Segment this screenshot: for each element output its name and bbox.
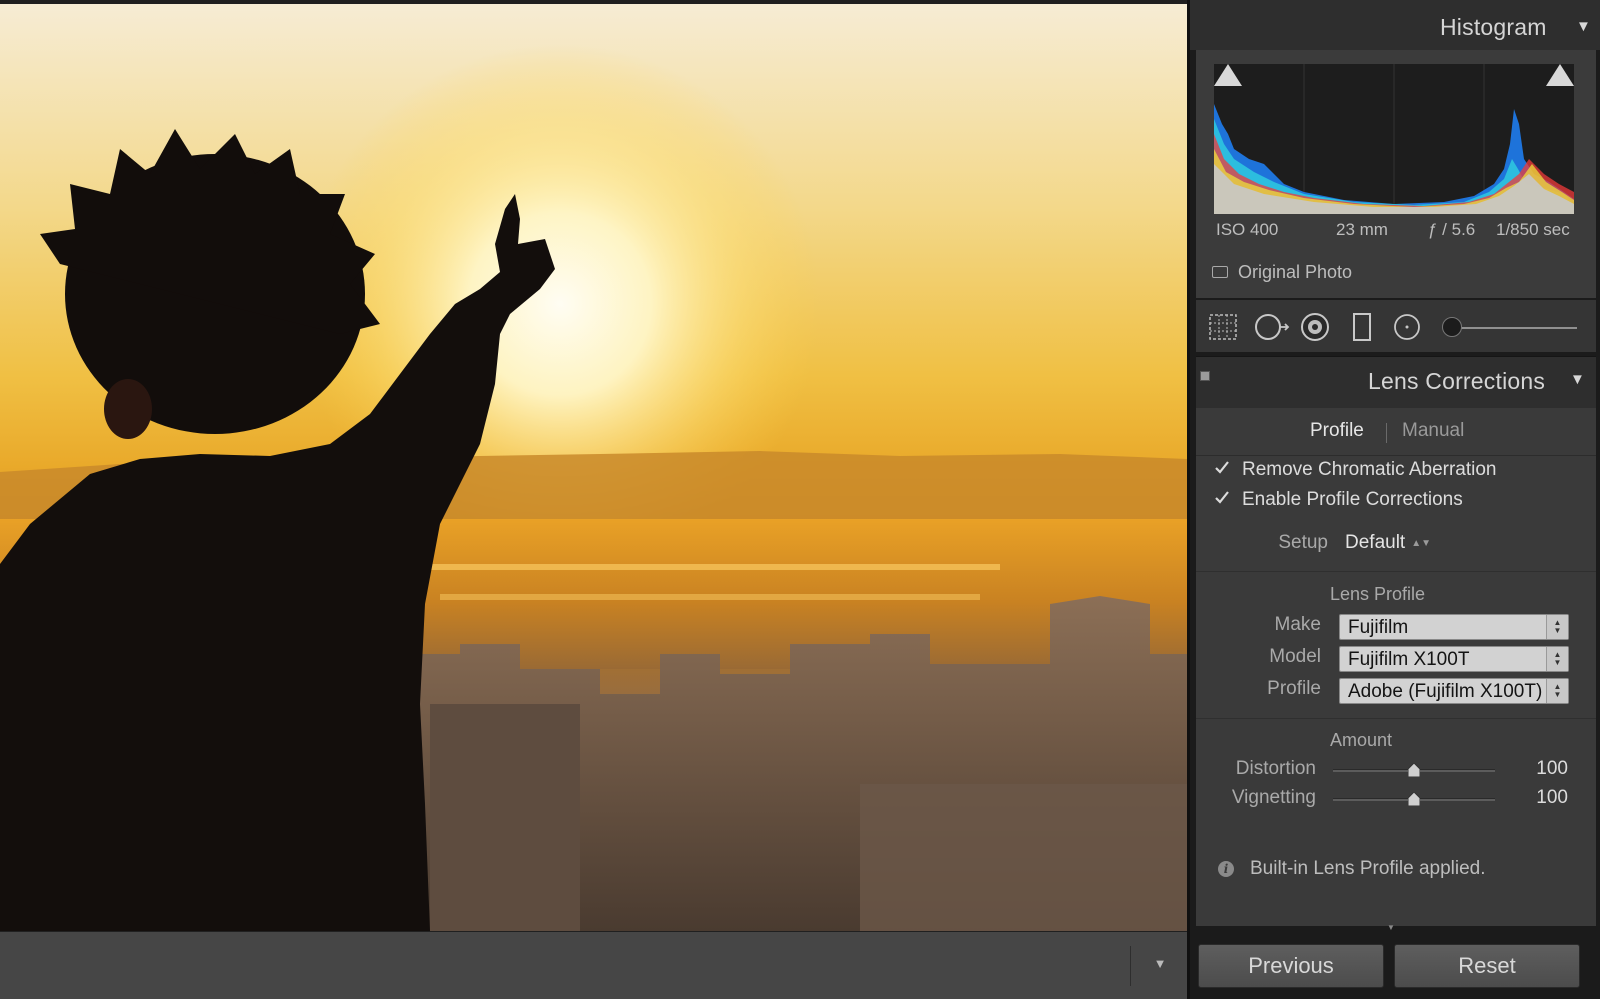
distortion-label: Distortion <box>1235 758 1316 779</box>
photo-illustration <box>0 44 1187 931</box>
vignetting-label: Vignetting <box>1231 787 1316 808</box>
tab-profile[interactable]: Profile <box>1310 420 1364 442</box>
checkmark-icon <box>1215 491 1229 504</box>
lens-corrections-header[interactable]: Lens Corrections ▼ <box>1196 356 1596 408</box>
exif-aperture: ƒ / 5.6 <box>1428 220 1476 239</box>
vignetting-slider-knob[interactable] <box>1408 792 1420 806</box>
checkmark-icon <box>1215 461 1229 474</box>
shadow-clipping-icon[interactable] <box>1214 64 1242 86</box>
toolbar-content-chevron-down-icon[interactable]: ▼ <box>1148 956 1172 976</box>
model-label: Model <box>1269 646 1321 667</box>
tool-strip <box>1196 300 1596 352</box>
highlight-clipping-icon[interactable] <box>1546 64 1574 86</box>
info-text: Built-in Lens Profile applied. <box>1250 858 1486 879</box>
enable-profile-label: Enable Profile Corrections <box>1242 489 1463 510</box>
lightroom-develop: ▼ Histogram ▼ ISO 400 23 mm ƒ / 5.6 1/85… <box>0 0 1600 999</box>
exif-iso: ISO 400 <box>1216 220 1279 239</box>
remove-ca-checkbox[interactable] <box>1214 461 1230 478</box>
model-select[interactable]: Fujifilm X100T ▲ ▼ <box>1339 646 1569 672</box>
bottom-toolbar: ▼ <box>0 931 1187 999</box>
lens-corrections-title: Lens Corrections <box>1368 368 1546 394</box>
graduated-filter-icon[interactable] <box>1346 312 1380 342</box>
remove-ca-row[interactable]: Remove Chromatic Aberration <box>1214 458 1497 482</box>
remove-ca-label: Remove Chromatic Aberration <box>1242 459 1497 480</box>
previous-button[interactable]: Previous <box>1198 944 1384 988</box>
bottom-button-bar: ▼ Previous Reset <box>1190 923 1600 999</box>
panel-end-marker-icon: ▼ <box>1387 923 1395 932</box>
original-photo-checkbox[interactable] <box>1212 266 1228 278</box>
distortion-slider-knob[interactable] <box>1408 763 1420 777</box>
reset-button[interactable]: Reset <box>1394 944 1580 988</box>
distortion-value[interactable]: 100 <box>1516 758 1568 780</box>
photo-area: ▼ <box>0 0 1187 999</box>
vignetting-slider[interactable] <box>1333 792 1495 806</box>
histogram-header[interactable]: Histogram ▼ <box>1190 0 1600 50</box>
tab-manual[interactable]: Manual <box>1402 420 1464 442</box>
histogram-graph <box>1214 64 1574 214</box>
brush-size-track[interactable] <box>1455 327 1577 329</box>
info-icon: i <box>1218 861 1234 877</box>
enable-profile-row[interactable]: Enable Profile Corrections <box>1214 488 1463 512</box>
radial-filter-icon[interactable] <box>1390 312 1424 342</box>
profile-label: Profile <box>1267 678 1321 699</box>
lens-profile-heading: Lens Profile <box>1330 584 1426 604</box>
exif-shutter: 1/850 sec <box>1496 220 1570 239</box>
toolbar-divider <box>1130 946 1131 986</box>
make-label: Make <box>1274 614 1321 635</box>
lens-corrections-panel: Profile Manual Remove Chromatic Aberrati… <box>1196 408 1596 926</box>
lens-tabs: Profile Manual <box>1196 408 1596 456</box>
lens-corrections-collapse-icon[interactable]: ▼ <box>1570 371 1585 388</box>
exif-focal-length: 23 mm <box>1336 220 1388 239</box>
histogram-collapse-icon[interactable]: ▼ <box>1576 18 1591 35</box>
photo-preview[interactable] <box>0 4 1187 931</box>
crop-overlay-icon[interactable] <box>1206 312 1240 342</box>
vignetting-value[interactable]: 100 <box>1516 787 1568 809</box>
amount-heading: Amount <box>1330 730 1393 750</box>
setup-dropdown[interactable]: Default ▲▼ <box>1345 532 1431 554</box>
profile-value: Adobe (Fujifilm X100T) <box>1348 681 1543 702</box>
setup-label: Setup <box>1278 532 1328 553</box>
original-photo-label: Original Photo <box>1238 261 1353 282</box>
histogram-title: Histogram <box>1440 14 1547 40</box>
spot-removal-icon[interactable] <box>1252 312 1290 342</box>
updown-arrows-icon: ▲▼ <box>1546 615 1568 639</box>
original-photo-toggle[interactable]: Original Photo <box>1212 260 1352 284</box>
make-select[interactable]: Fujifilm ▲ ▼ <box>1339 614 1569 640</box>
section-divider <box>1196 571 1596 572</box>
section-divider <box>1196 718 1596 719</box>
model-value: Fujifilm X100T <box>1348 649 1470 670</box>
enable-profile-checkbox[interactable] <box>1214 491 1230 508</box>
setup-value: Default <box>1345 532 1406 553</box>
make-value: Fujifilm <box>1348 617 1409 638</box>
red-eye-icon[interactable] <box>1298 312 1332 342</box>
histogram-panel: ISO 400 23 mm ƒ / 5.6 1/850 sec Original… <box>1196 50 1596 298</box>
updown-arrows-icon: ▲▼ <box>1411 538 1431 549</box>
panel-toggle-switch[interactable] <box>1200 371 1210 381</box>
updown-arrows-icon: ▲▼ <box>1546 647 1568 671</box>
updown-arrows-icon: ▲▼ <box>1546 679 1568 703</box>
adjustment-brush-icon[interactable] <box>1442 317 1462 337</box>
histogram-chart[interactable] <box>1214 64 1574 214</box>
lens-profile-info: i Built-in Lens Profile applied. <box>1218 858 1486 880</box>
tab-separator <box>1386 423 1387 443</box>
profile-select[interactable]: Adobe (Fujifilm X100T) ▲ ▼ <box>1339 678 1569 704</box>
distortion-slider[interactable] <box>1333 763 1495 777</box>
right-panel: Histogram ▼ ISO 400 23 mm ƒ / 5.6 1/850 … <box>1187 0 1600 999</box>
